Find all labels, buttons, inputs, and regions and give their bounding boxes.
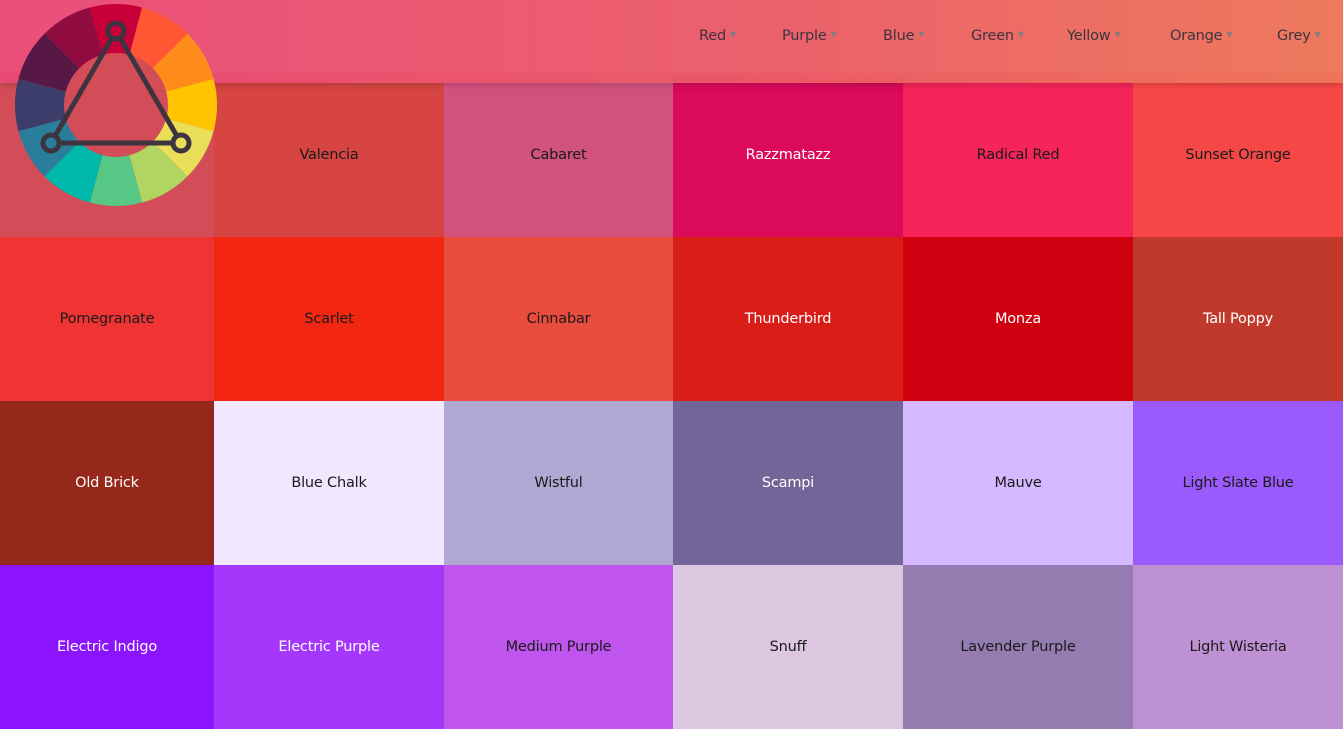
caret-down-icon: ▼ bbox=[1114, 30, 1121, 39]
nav-label: Grey bbox=[1277, 28, 1311, 44]
color-swatch[interactable]: Wistful bbox=[444, 401, 673, 565]
color-name-label: Blue Chalk bbox=[291, 475, 367, 491]
color-swatch[interactable]: Sunset Orange bbox=[1133, 73, 1343, 237]
nav-label: Red bbox=[699, 28, 726, 44]
nav-item-blue[interactable]: Blue ▼ bbox=[883, 28, 924, 44]
caret-down-icon: ▼ bbox=[1314, 30, 1321, 39]
color-swatch[interactable]: Razzmatazz bbox=[673, 73, 903, 237]
color-name-label: Monza bbox=[994, 311, 1042, 327]
color-swatch[interactable]: Blue Chalk bbox=[214, 401, 444, 565]
color-swatch[interactable]: Radical Red bbox=[903, 73, 1133, 237]
color-swatch[interactable]: Light Slate Blue bbox=[1133, 401, 1343, 565]
caret-down-icon: ▼ bbox=[1226, 30, 1233, 39]
color-name-label: Razzmatazz bbox=[745, 147, 831, 163]
color-name-label: Old Brick bbox=[75, 475, 139, 491]
nav-label: Green bbox=[971, 28, 1014, 44]
nav-label: Blue bbox=[883, 28, 915, 44]
nav-label: Purple bbox=[782, 28, 827, 44]
caret-down-icon: ▼ bbox=[830, 30, 837, 39]
color-swatch[interactable]: Light Wisteria bbox=[1133, 565, 1343, 729]
color-swatch[interactable]: Electric Indigo bbox=[0, 565, 214, 729]
color-name-label: Scarlet bbox=[304, 311, 354, 327]
color-swatch[interactable]: Snuff bbox=[673, 565, 903, 729]
color-name-label: Cinnabar bbox=[526, 311, 591, 327]
color-name-label: Radical Red bbox=[976, 147, 1060, 163]
color-name-label: Tall Poppy bbox=[1202, 311, 1274, 327]
color-name-label: Valencia bbox=[299, 147, 359, 163]
color-swatch[interactable]: Old Brick bbox=[0, 401, 214, 565]
color-name-label: Light Slate Blue bbox=[1182, 475, 1294, 491]
caret-down-icon: ▼ bbox=[729, 30, 736, 39]
nav-label: Orange bbox=[1170, 28, 1223, 44]
triad-node-right bbox=[170, 132, 192, 154]
color-name-label: Mauve bbox=[994, 475, 1042, 491]
nav-item-red[interactable]: Red ▼ bbox=[699, 28, 736, 44]
color-swatch[interactable]: Thunderbird bbox=[673, 237, 903, 401]
nav-item-orange[interactable]: Orange ▼ bbox=[1170, 28, 1233, 44]
color-swatch[interactable]: Medium Purple bbox=[444, 565, 673, 729]
triad-node-top bbox=[105, 20, 127, 42]
color-swatch[interactable]: Valencia bbox=[214, 73, 444, 237]
color-name-label: Wistful bbox=[534, 475, 583, 491]
color-name-label: Thunderbird bbox=[744, 311, 832, 327]
color-name-label: Cabaret bbox=[530, 147, 587, 163]
nav-item-grey[interactable]: Grey ▼ bbox=[1277, 28, 1321, 44]
color-swatch[interactable]: Lavender Purple bbox=[903, 565, 1133, 729]
nav-item-purple[interactable]: Purple ▼ bbox=[782, 28, 837, 44]
color-swatch[interactable]: Cabaret bbox=[444, 73, 673, 237]
color-name-label: Pomegranate bbox=[59, 311, 155, 327]
color-swatch[interactable]: Pomegranate bbox=[0, 237, 214, 401]
caret-down-icon: ▼ bbox=[1017, 30, 1024, 39]
color-swatch[interactable]: Scampi bbox=[673, 401, 903, 565]
caret-down-icon: ▼ bbox=[918, 30, 925, 39]
color-wheel-triad-icon[interactable] bbox=[14, 3, 218, 207]
color-name-label: Sunset Orange bbox=[1185, 147, 1291, 163]
color-swatch[interactable]: Mauve bbox=[903, 401, 1133, 565]
nav-item-yellow[interactable]: Yellow ▼ bbox=[1067, 28, 1121, 44]
nav-label: Yellow bbox=[1067, 28, 1111, 44]
color-swatch[interactable]: Monza bbox=[903, 237, 1133, 401]
color-swatch[interactable]: Electric Purple bbox=[214, 565, 444, 729]
color-swatch[interactable]: Tall Poppy bbox=[1133, 237, 1343, 401]
color-name-label: Scampi bbox=[761, 475, 815, 491]
color-swatch[interactable]: Scarlet bbox=[214, 237, 444, 401]
nav-item-green[interactable]: Green ▼ bbox=[971, 28, 1024, 44]
triad-node-left bbox=[40, 132, 62, 154]
color-swatch[interactable]: Cinnabar bbox=[444, 237, 673, 401]
